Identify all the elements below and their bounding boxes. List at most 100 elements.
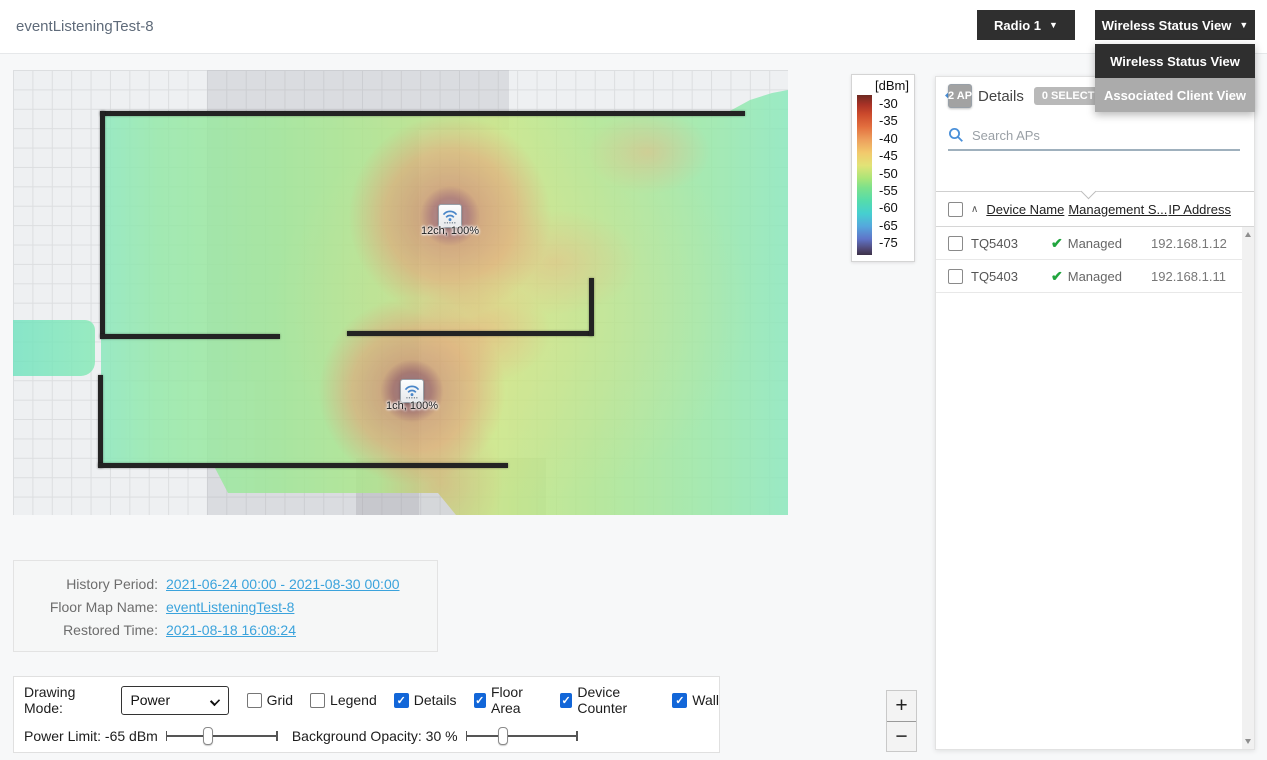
checkbox-label: Details bbox=[414, 692, 457, 708]
legend-tick: -50 bbox=[879, 167, 898, 181]
scroll-down-arrow-icon[interactable] bbox=[1245, 739, 1251, 744]
ap-count-badge: 2 AP bbox=[948, 84, 972, 108]
signal-heatmap-overlay bbox=[88, 90, 788, 515]
slider-row: Power Limit: -65 dBm Background Opacity:… bbox=[24, 724, 592, 748]
wall-right-vertical bbox=[589, 278, 594, 336]
checkbox-label: Wall bbox=[692, 692, 719, 708]
chevron-down-icon: ▼ bbox=[1239, 20, 1248, 30]
search-icon bbox=[948, 127, 964, 143]
power-limit-label: Power Limit: -65 dBm bbox=[24, 728, 158, 744]
management-status-cell: ✔ Managed bbox=[1051, 235, 1143, 252]
checkbox-label: Grid bbox=[267, 692, 293, 708]
scroll-up-arrow-icon[interactable] bbox=[1245, 232, 1251, 237]
wall-mid-right bbox=[347, 331, 593, 336]
ip-address-cell: 192.168.1.11 bbox=[1151, 269, 1226, 284]
slider-track bbox=[166, 735, 278, 737]
row-checkbox[interactable] bbox=[948, 236, 963, 251]
legend-body: -30 -35 -40 -45 -50 -55 -60 -65 -75 bbox=[857, 95, 909, 255]
power-limit-slider[interactable] bbox=[166, 726, 278, 746]
table-row[interactable]: TQ5403 ✔ Managed 192.168.1.12 bbox=[936, 227, 1244, 260]
legend-tick: -30 bbox=[879, 97, 898, 111]
map-zoom-controls: + − bbox=[886, 690, 917, 752]
history-period-label: History Period: bbox=[26, 575, 166, 594]
selected-count-badge: 0 SELECT bbox=[1034, 87, 1103, 105]
checkbox-box: ✓ bbox=[672, 693, 687, 708]
background-opacity-label: Background Opacity: 30 % bbox=[292, 728, 458, 744]
checkbox-box: ✓ bbox=[560, 693, 573, 708]
background-opacity-slider-handle[interactable] bbox=[498, 727, 508, 745]
ap-counter-label: 12ch, 100% bbox=[421, 225, 479, 237]
ap-table-header: ∧ Device Name Management S... IP Address bbox=[936, 192, 1254, 227]
floor-map-name-link[interactable]: eventListeningTest-8 bbox=[166, 598, 294, 617]
chevron-down-icon bbox=[209, 695, 219, 705]
sort-ascending-icon: ∧ bbox=[971, 204, 978, 215]
wall-room2-left bbox=[98, 375, 103, 468]
ap-counter-label: 1ch, 100% bbox=[386, 400, 438, 412]
checkbox-grid[interactable]: Grid bbox=[247, 692, 293, 708]
details-panel-title: Details bbox=[978, 88, 1024, 105]
checkbox-box: ✓ bbox=[394, 693, 409, 708]
checkbox-details[interactable]: ✓ Details bbox=[394, 692, 457, 708]
column-ip-address[interactable]: IP Address bbox=[1168, 202, 1231, 217]
menu-item-associated-client-view[interactable]: Associated Client View bbox=[1095, 78, 1255, 112]
history-info-box: History Period: 2021-06-24 00:00 - 2021-… bbox=[13, 560, 438, 652]
background-opacity-slider[interactable] bbox=[466, 726, 578, 746]
view-select-button[interactable]: Wireless Status View ▼ bbox=[1095, 10, 1255, 40]
legend-tick: -55 bbox=[879, 184, 898, 198]
legend-tick: -75 bbox=[879, 236, 898, 250]
checkbox-label: Device Counter bbox=[577, 684, 655, 716]
wifi-icon bbox=[403, 382, 421, 400]
select-all-checkbox[interactable] bbox=[948, 202, 963, 217]
slider-end-tick bbox=[576, 731, 578, 741]
slider-end-tick bbox=[276, 731, 278, 741]
checkbox-floor-area[interactable]: ✓ Floor Area bbox=[474, 684, 543, 716]
column-device-name[interactable]: Device Name bbox=[986, 202, 1060, 217]
page-title: eventListeningTest-8 bbox=[16, 18, 154, 35]
radio-select-button[interactable]: Radio 1 ▼ bbox=[977, 10, 1075, 40]
legend-tick: -65 bbox=[879, 219, 898, 233]
zoom-out-button[interactable]: − bbox=[887, 722, 916, 752]
legend-tick: -40 bbox=[879, 132, 898, 146]
table-row[interactable]: TQ5403 ✔ Managed 192.168.1.11 bbox=[936, 260, 1244, 293]
ip-address-cell: 192.168.1.12 bbox=[1151, 236, 1227, 251]
floor-map-name-row: Floor Map Name: eventListeningTest-8 bbox=[26, 598, 425, 617]
checkbox-label: Floor Area bbox=[491, 684, 543, 716]
heatmap-left-lobe bbox=[13, 320, 95, 376]
device-name-cell: TQ5403 bbox=[971, 236, 1043, 251]
checkbox-box bbox=[310, 693, 325, 708]
chevron-down-icon: ▼ bbox=[1049, 20, 1058, 30]
drawing-mode-label: Drawing Mode: bbox=[24, 684, 111, 716]
checkbox-device-counter[interactable]: ✓ Device Counter bbox=[560, 684, 655, 716]
table-scrollbar[interactable] bbox=[1242, 227, 1254, 749]
legend-tick-labels: -30 -35 -40 -45 -50 -55 -60 -65 -75 bbox=[879, 97, 898, 250]
legend-tick: -60 bbox=[879, 201, 898, 215]
view-dropdown-menu: Wireless Status View Associated Client V… bbox=[1095, 44, 1255, 112]
legend-tick: -45 bbox=[879, 149, 898, 163]
history-period-link[interactable]: 2021-06-24 00:00 - 2021-08-30 00:00 bbox=[166, 575, 400, 594]
floor-map-canvas[interactable]: 12ch, 100% 1ch, 100% bbox=[13, 70, 788, 515]
floor-map-name-label: Floor Map Name: bbox=[26, 598, 166, 617]
drawing-mode-select[interactable]: Power bbox=[121, 686, 228, 715]
column-management-state[interactable]: Management S... bbox=[1068, 202, 1160, 217]
zoom-in-button[interactable]: + bbox=[887, 691, 916, 721]
slider-track bbox=[466, 735, 578, 737]
legend-title: [dBm] bbox=[857, 78, 909, 93]
layer-checkboxes: Grid Legend ✓ Details ✓ Floor Area ✓ Dev… bbox=[247, 684, 719, 716]
row-checkbox[interactable] bbox=[948, 269, 963, 284]
history-period-row: History Period: 2021-06-24 00:00 - 2021-… bbox=[26, 575, 425, 594]
radio-button-label: Radio 1 bbox=[994, 18, 1041, 33]
checkbox-label: Legend bbox=[330, 692, 377, 708]
top-bar: eventListeningTest-8 Radio 1 ▼ Wireless … bbox=[0, 0, 1267, 54]
dbm-color-legend: [dBm] -30 -35 -40 -45 -50 -55 -60 -65 -7… bbox=[851, 74, 915, 262]
restored-time-link[interactable]: 2021-08-18 16:08:24 bbox=[166, 621, 296, 640]
checkbox-wall[interactable]: ✓ Wall bbox=[672, 692, 719, 708]
menu-item-wireless-status-view[interactable]: Wireless Status View bbox=[1095, 44, 1255, 78]
checkbox-legend[interactable]: Legend bbox=[310, 692, 377, 708]
search-aps-input[interactable] bbox=[972, 128, 1240, 143]
management-status-cell: ✔ Managed bbox=[1051, 268, 1143, 285]
wall-room2-bottom bbox=[98, 463, 508, 468]
device-name-cell: TQ5403 bbox=[971, 269, 1043, 284]
power-limit-slider-handle[interactable] bbox=[203, 727, 213, 745]
wall-left bbox=[100, 111, 105, 338]
restored-time-label: Restored Time: bbox=[26, 621, 166, 640]
